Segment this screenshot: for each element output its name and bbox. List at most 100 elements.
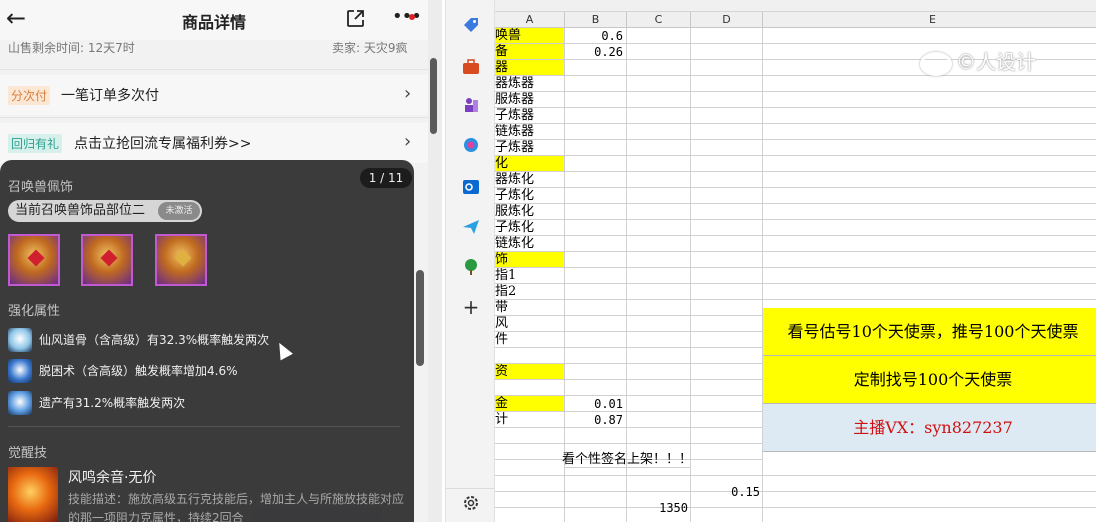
cell-b[interactable] bbox=[565, 236, 627, 252]
cell[interactable] bbox=[627, 428, 691, 444]
cell-a[interactable]: 指1 bbox=[495, 268, 565, 284]
cell-a[interactable] bbox=[495, 428, 565, 444]
cell-b[interactable]: 0.6 bbox=[565, 28, 627, 44]
cell-b[interactable] bbox=[565, 428, 627, 444]
cell[interactable] bbox=[627, 60, 691, 76]
accessory-item-1[interactable] bbox=[8, 234, 60, 286]
cell[interactable] bbox=[691, 252, 763, 268]
cell[interactable] bbox=[691, 28, 763, 44]
cell-b[interactable] bbox=[565, 140, 627, 156]
cell-c-value[interactable]: 1350 bbox=[627, 500, 691, 516]
cell[interactable] bbox=[763, 92, 1096, 108]
cell[interactable] bbox=[691, 92, 763, 108]
cell[interactable] bbox=[691, 316, 763, 332]
cell[interactable] bbox=[627, 220, 691, 236]
cell[interactable] bbox=[691, 284, 763, 300]
cell[interactable] bbox=[763, 476, 1096, 492]
cell-b[interactable] bbox=[565, 268, 627, 284]
cell-b[interactable] bbox=[565, 188, 627, 204]
signature-note-cell[interactable]: 看个性签名上架！！！ bbox=[562, 452, 692, 468]
cell[interactable] bbox=[495, 444, 565, 460]
cell[interactable] bbox=[763, 508, 1096, 522]
cell-a[interactable]: 化 bbox=[495, 156, 565, 172]
cell[interactable] bbox=[763, 284, 1096, 300]
cell[interactable] bbox=[627, 156, 691, 172]
cell[interactable] bbox=[627, 476, 691, 492]
cell[interactable] bbox=[691, 364, 763, 380]
cell-b[interactable] bbox=[565, 204, 627, 220]
cell-a[interactable] bbox=[495, 348, 565, 364]
cell[interactable] bbox=[763, 204, 1096, 220]
cell-b[interactable] bbox=[565, 156, 627, 172]
cell-b[interactable] bbox=[565, 124, 627, 140]
plus-icon[interactable]: + bbox=[462, 297, 480, 317]
cell[interactable] bbox=[627, 252, 691, 268]
cell-b[interactable] bbox=[565, 60, 627, 76]
cell-b[interactable] bbox=[565, 92, 627, 108]
cell-b[interactable]: 0.87 bbox=[565, 412, 627, 428]
cell[interactable] bbox=[627, 140, 691, 156]
cell[interactable] bbox=[691, 188, 763, 204]
page-scrollbar[interactable] bbox=[430, 58, 437, 134]
cell[interactable] bbox=[763, 156, 1096, 172]
cell-a[interactable]: 子炼器 bbox=[495, 108, 565, 124]
cell[interactable] bbox=[763, 140, 1096, 156]
cell[interactable] bbox=[691, 508, 763, 522]
cell-d-value[interactable]: 0.15 bbox=[691, 484, 763, 500]
tree-icon[interactable] bbox=[462, 258, 480, 276]
column-header-e[interactable]: E bbox=[763, 12, 1096, 28]
cell[interactable] bbox=[627, 124, 691, 140]
cell[interactable] bbox=[627, 188, 691, 204]
return-gift-row[interactable]: 回归有礼 点击立抢回流专属福利券>> › bbox=[0, 123, 428, 163]
cell[interactable] bbox=[691, 348, 763, 364]
cell-b[interactable] bbox=[565, 364, 627, 380]
cell[interactable] bbox=[691, 380, 763, 396]
cell[interactable] bbox=[763, 492, 1096, 508]
cell[interactable] bbox=[691, 76, 763, 92]
cell[interactable] bbox=[627, 284, 691, 300]
cell[interactable] bbox=[565, 476, 627, 492]
cell-a[interactable]: 指2 bbox=[495, 284, 565, 300]
cell-a[interactable] bbox=[495, 380, 565, 396]
cell-a[interactable]: 唤兽 bbox=[495, 28, 565, 44]
cell[interactable] bbox=[763, 236, 1096, 252]
cell-b[interactable] bbox=[565, 348, 627, 364]
cell-a[interactable]: 计 bbox=[495, 412, 565, 428]
cell[interactable] bbox=[763, 28, 1096, 44]
cell-a[interactable]: 服炼器 bbox=[495, 92, 565, 108]
cell[interactable] bbox=[691, 300, 763, 316]
copilot-icon[interactable] bbox=[462, 136, 480, 154]
cell[interactable] bbox=[691, 460, 763, 476]
cell[interactable] bbox=[691, 44, 763, 60]
cell[interactable] bbox=[495, 460, 565, 476]
cell[interactable] bbox=[691, 204, 763, 220]
cell[interactable] bbox=[691, 332, 763, 348]
cell[interactable] bbox=[691, 60, 763, 76]
tag-icon[interactable] bbox=[462, 16, 480, 34]
cell[interactable] bbox=[763, 220, 1096, 236]
cell[interactable] bbox=[691, 396, 763, 412]
cell[interactable] bbox=[565, 492, 627, 508]
cell-a[interactable]: 器炼化 bbox=[495, 172, 565, 188]
merged-cell-banner-2[interactable]: 定制找号100个天使票 bbox=[763, 356, 1096, 404]
cell-a[interactable]: 链炼化 bbox=[495, 236, 565, 252]
cell-a[interactable]: 服炼化 bbox=[495, 204, 565, 220]
cell-a[interactable]: 子炼化 bbox=[495, 220, 565, 236]
cell[interactable] bbox=[763, 172, 1096, 188]
cell-a[interactable]: 器 bbox=[495, 60, 565, 76]
cell-a[interactable]: 子炼化 bbox=[495, 188, 565, 204]
cell-a[interactable]: 子炼器 bbox=[495, 140, 565, 156]
settings-icon[interactable] bbox=[462, 494, 480, 512]
cell[interactable] bbox=[565, 508, 627, 522]
cell[interactable] bbox=[763, 108, 1096, 124]
cell[interactable] bbox=[691, 108, 763, 124]
cell[interactable] bbox=[763, 124, 1096, 140]
cell[interactable] bbox=[627, 412, 691, 428]
cell-a[interactable]: 饰 bbox=[495, 252, 565, 268]
cell[interactable] bbox=[691, 172, 763, 188]
cell[interactable] bbox=[627, 380, 691, 396]
cell-b[interactable] bbox=[565, 300, 627, 316]
cell[interactable] bbox=[627, 76, 691, 92]
cell[interactable] bbox=[627, 28, 691, 44]
cell[interactable] bbox=[627, 332, 691, 348]
